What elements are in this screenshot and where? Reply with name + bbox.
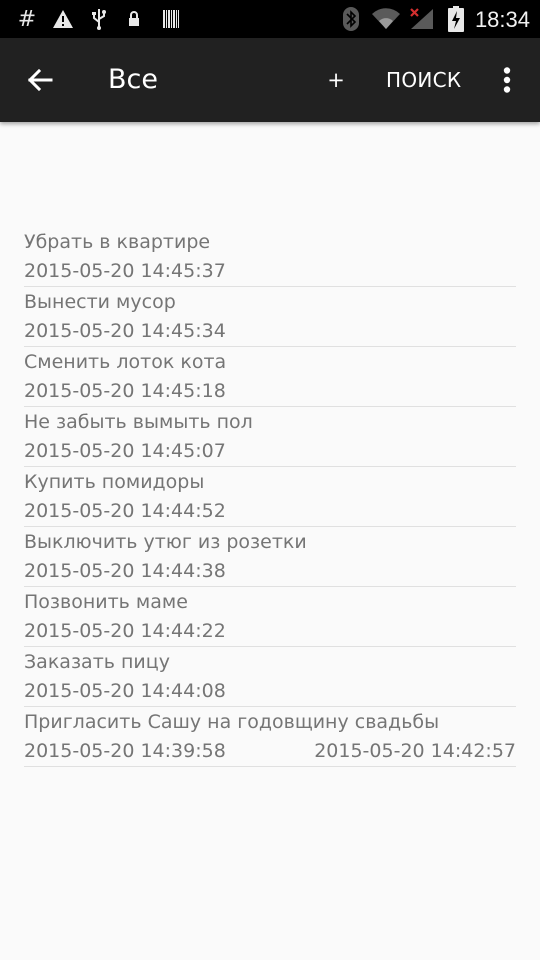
task-created-date: 2015-05-20 14:39:58: [24, 740, 226, 762]
task-list: Убрать в квартире 2015-05-20 14:45:37 Вы…: [24, 228, 516, 768]
task-created-date: 2015-05-20 14:44:38: [24, 560, 226, 582]
more-menu-button[interactable]: [492, 58, 522, 102]
list-item[interactable]: Выключить утюг из розетки 2015-05-20 14:…: [24, 528, 516, 587]
task-created-date: 2015-05-20 14:45:37: [24, 260, 226, 282]
barcode-icon: [161, 0, 181, 38]
hash-icon: #: [17, 6, 37, 32]
search-button[interactable]: ПОИСК: [386, 58, 461, 102]
add-button[interactable]: +: [322, 58, 350, 102]
task-title: Убрать в квартире: [24, 231, 211, 253]
task-title: Пригласить Сашу на годовщину свадьбы: [24, 711, 440, 733]
bluetooth-icon: [342, 0, 360, 38]
list-item[interactable]: Пригласить Сашу на годовщину свадьбы 201…: [24, 708, 516, 767]
wifi-icon: [370, 0, 402, 38]
arrow-back-icon: [27, 68, 53, 92]
list-item[interactable]: Заказать пицу 2015-05-20 14:44:08: [24, 648, 516, 707]
task-title: Сменить лоток кота: [24, 351, 227, 373]
status-time: 18:34: [474, 7, 530, 32]
more-vert-icon: [503, 67, 511, 93]
task-created-date: 2015-05-20 14:44:22: [24, 620, 226, 642]
task-title: Не забыть вымыть пол: [24, 411, 253, 433]
signal-off-icon: [408, 0, 436, 38]
list-item[interactable]: Не забыть вымыть пол 2015-05-20 14:45:07: [24, 408, 516, 467]
task-title: Вынести мусор: [24, 291, 176, 313]
task-done-date: 2015-05-20 14:42:57: [314, 740, 516, 762]
status-bar: # 18:34: [0, 0, 540, 38]
list-item[interactable]: Позвонить маме 2015-05-20 14:44:22: [24, 588, 516, 647]
task-title: Выключить утюг из розетки: [24, 531, 307, 553]
lock-icon: [126, 0, 142, 38]
task-created-date: 2015-05-20 14:45:18: [24, 380, 226, 402]
task-title: Позвонить маме: [24, 591, 188, 613]
list-item[interactable]: Убрать в квартире 2015-05-20 14:45:37: [24, 228, 516, 287]
warning-icon: [51, 0, 75, 38]
list-item[interactable]: Сменить лоток кота 2015-05-20 14:45:18: [24, 348, 516, 407]
task-title: Заказать пицу: [24, 651, 170, 673]
task-title: Купить помидоры: [24, 471, 205, 493]
page-title: Все: [108, 64, 158, 95]
list-item[interactable]: Вынести мусор 2015-05-20 14:45:34: [24, 288, 516, 347]
task-created-date: 2015-05-20 14:45:07: [24, 440, 226, 462]
back-button[interactable]: [16, 58, 64, 102]
app-bar: Все + ПОИСК: [0, 38, 540, 122]
task-created-date: 2015-05-20 14:44:08: [24, 680, 226, 702]
usb-icon: [89, 0, 109, 38]
list-item[interactable]: Купить помидоры 2015-05-20 14:44:52: [24, 468, 516, 527]
task-created-date: 2015-05-20 14:44:52: [24, 500, 226, 522]
task-created-date: 2015-05-20 14:45:34: [24, 320, 226, 342]
battery-charging-icon: [446, 0, 466, 38]
